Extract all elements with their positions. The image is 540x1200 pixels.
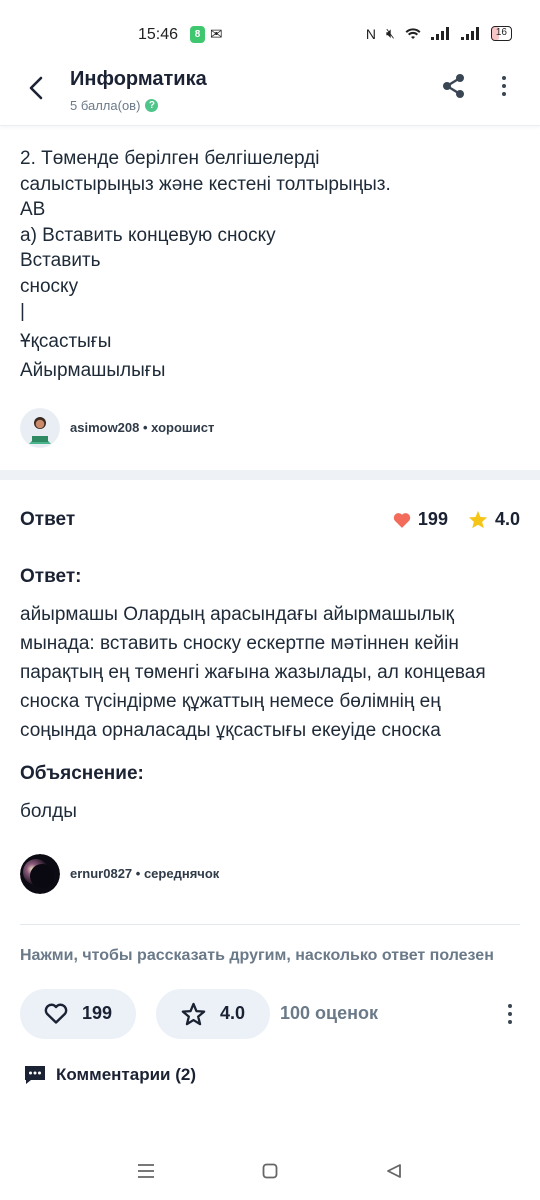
system-nav-bar xyxy=(0,1144,540,1200)
share-icon xyxy=(443,74,464,98)
question-line: сноску xyxy=(20,275,79,297)
answer-header: Ответ 199 4.0 xyxy=(0,490,540,550)
question-author[interactable]: asimow208 • хорошист xyxy=(0,384,540,450)
more-vertical-icon xyxy=(508,1003,512,1008)
status-time: 15:46 xyxy=(138,26,179,43)
author-name: ernur0827 xyxy=(70,866,133,881)
share-button[interactable] xyxy=(440,72,468,100)
page-title: Информатика xyxy=(70,68,207,90)
points-label: 5 балла(ов) xyxy=(70,98,141,113)
author-info: ernur0827 • середнячок xyxy=(70,866,220,881)
back-arrow-icon xyxy=(29,76,43,100)
comments-label: Комментарии (2) xyxy=(56,1064,196,1084)
explanation-title: Объяснение: xyxy=(20,762,144,784)
mail-icon: ✉ xyxy=(210,26,223,43)
rating-value: 4.0 xyxy=(494,509,520,529)
rate-button[interactable]: 4.0 xyxy=(156,988,270,1039)
question-text: 2. Төменде берілген белгішелерді салысты… xyxy=(0,126,540,384)
question-line: 2. Төменде берілген белгішелерді xyxy=(20,148,320,169)
question-line: а) Вставить концевую сноску xyxy=(20,224,276,246)
home-button[interactable] xyxy=(259,1160,281,1182)
section-divider xyxy=(0,469,540,480)
answer-author[interactable]: ernur0827 • середнячок xyxy=(0,844,540,904)
more-options-button[interactable] xyxy=(494,72,514,100)
likes-count: 199 xyxy=(417,509,448,529)
avatar xyxy=(20,407,60,448)
question-line: АВ xyxy=(20,199,46,220)
points-info: 5 балла(ов) ? xyxy=(70,98,159,113)
back-button[interactable] xyxy=(18,68,54,108)
answer-more-button[interactable] xyxy=(500,1000,520,1028)
question-line: Ұқсастығы xyxy=(20,330,112,352)
comments-button[interactable]: Комментарии (2) xyxy=(0,1065,540,1085)
explanation-text: болды xyxy=(20,800,77,822)
answer-title: Ответ: xyxy=(20,565,82,587)
system-back-button[interactable] xyxy=(383,1160,405,1182)
ratings-count: 100 оценок xyxy=(280,1003,378,1023)
home-icon xyxy=(262,1163,278,1179)
rating-value: 4.0 xyxy=(219,1003,246,1023)
question-line: Вставить xyxy=(20,250,101,271)
question-line: | xyxy=(20,301,25,322)
question-line: салыстырыңыз және кестені толтырыңыз. xyxy=(20,173,391,195)
author-rank: хорошист xyxy=(151,420,215,435)
rate-prompt: Нажми, чтобы рассказать другим, наскольк… xyxy=(20,946,494,964)
author-info: asimow208 • хорошист xyxy=(70,420,215,435)
feedback-actions: 199 4.0 100 оценок xyxy=(0,988,540,1039)
comment-icon xyxy=(25,1065,45,1084)
status-icons: N 🔇︎ 16 xyxy=(366,25,512,42)
help-icon[interactable]: ? xyxy=(145,99,159,112)
like-count: 199 xyxy=(81,1003,113,1023)
nfc-icon: N xyxy=(365,25,377,42)
status-bar: 15:46 8 ✉ N 🔇︎ 16 xyxy=(0,0,540,60)
star-icon xyxy=(468,510,488,529)
mute-icon: 🔇︎ xyxy=(386,25,395,41)
battery-icon: 16 xyxy=(490,26,512,41)
avatar xyxy=(20,853,60,894)
answer-label: Ответ xyxy=(20,508,76,530)
likes-stat: 199 xyxy=(393,509,448,530)
more-vertical-icon xyxy=(502,76,506,80)
app-notification-icon: 8 xyxy=(190,26,205,43)
recent-apps-button[interactable] xyxy=(135,1160,157,1182)
author-rank: середнячок xyxy=(143,866,220,881)
app-header: Информатика 5 балла(ов) ? xyxy=(0,60,540,126)
back-triangle-icon xyxy=(387,1164,401,1178)
heart-icon xyxy=(44,1003,68,1024)
answer-text: айырмашы Олардың арасындағы айырмашылық … xyxy=(20,603,486,741)
rating-stat: 4.0 xyxy=(468,509,520,530)
signal-icon xyxy=(430,27,449,40)
answer-stats: 199 4.0 xyxy=(393,509,520,530)
heart-icon xyxy=(393,512,411,528)
question-line: Айырмашылығы xyxy=(20,360,166,381)
author-name: asimow208 xyxy=(70,420,140,435)
star-icon xyxy=(181,1002,206,1025)
menu-icon xyxy=(138,1164,154,1178)
wifi-icon xyxy=(405,28,421,39)
signal-icon-2 xyxy=(460,27,479,40)
like-button[interactable]: 199 xyxy=(20,988,136,1039)
